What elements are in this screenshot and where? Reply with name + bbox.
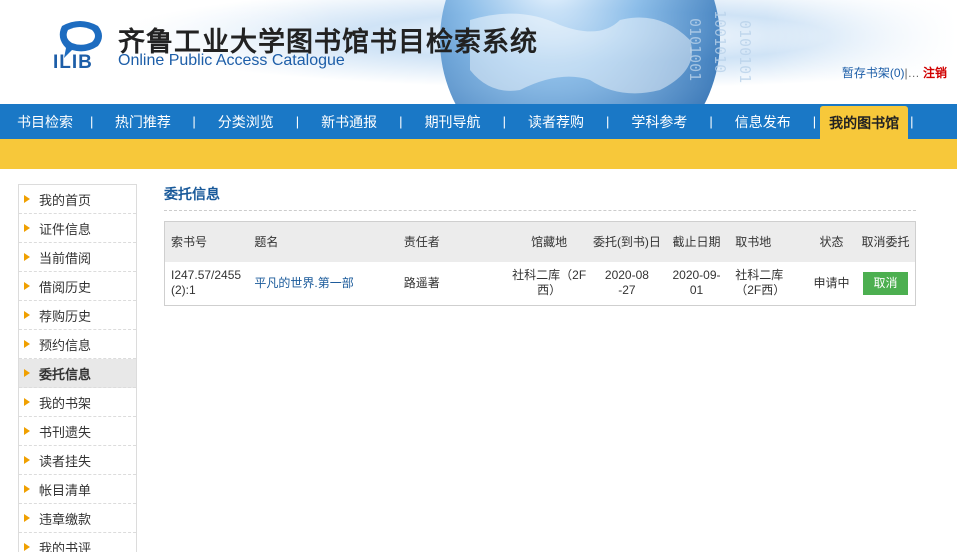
triangle-right-icon <box>24 224 30 232</box>
shelf-link[interactable]: 暂存书架(0) <box>842 66 905 80</box>
column-header-location: 馆藏地 <box>508 221 591 262</box>
sidebar-item-label: 借阅历史 <box>39 279 92 295</box>
sidebar-item-label: 证件信息 <box>39 221 92 237</box>
sidebar-item-my-reviews[interactable]: 我的书评 <box>19 533 136 552</box>
cell-call-number: I247.57/2455(2):1 <box>171 268 242 298</box>
triangle-right-icon <box>24 340 30 348</box>
logo-text: ILIB <box>53 52 93 73</box>
sidebar-menu: 我的首页 证件信息 当前借阅 借阅历史 荐购历史 预约信息 委托信息 我的书架 … <box>18 184 137 552</box>
sidebar-item-lost-books[interactable]: 书刊遗失 <box>19 417 136 446</box>
triangle-right-icon <box>24 456 30 464</box>
sidebar-item-label: 帐目清单 <box>39 482 92 498</box>
triangle-right-icon <box>24 427 30 435</box>
nav-separator: | <box>812 114 817 129</box>
sidebar-item-fines[interactable]: 违章缴款 <box>19 504 136 533</box>
triangle-right-icon <box>24 195 30 203</box>
triangle-right-icon <box>24 253 30 261</box>
cell-status: 申请中 <box>813 275 850 290</box>
nav-item-hot-recommend[interactable]: 热门推荐 <box>93 104 192 139</box>
sidebar-item-label: 预约信息 <box>39 337 92 353</box>
main-nav: 书目检索 | 热门推荐 | 分类浏览 | 新书通报 | 期刊导航 | 读者荐购 … <box>0 104 957 139</box>
book-title-link[interactable]: 平凡的世界.第一部 <box>254 276 353 290</box>
entrust-table: 索书号 题名 责任者 馆藏地 委托(到书)日 截止日期 取书地 状态 取消委托 … <box>164 221 916 306</box>
cell-entrust-date: 2020-08-27 <box>604 268 649 298</box>
sidebar-item-label: 我的书评 <box>39 540 92 552</box>
triangle-right-icon <box>24 282 30 290</box>
cell-author: 路遥著 <box>403 275 440 290</box>
page-header: 0101001 1001010 0100101 ILIB 齐鲁工业大学图书馆书目… <box>0 0 957 104</box>
triangle-right-icon <box>24 514 30 522</box>
column-header-cancel: 取消委托 <box>856 221 916 262</box>
cell-location: 社科二库（2F西） <box>512 268 587 298</box>
logout-link[interactable]: 注销 <box>923 66 947 80</box>
sidebar-item-account-list[interactable]: 帐目清单 <box>19 475 136 504</box>
nav-separator: | <box>910 114 914 129</box>
sidebar-item-reservations[interactable]: 预约信息 <box>19 330 136 359</box>
sidebar-item-label: 委托信息 <box>39 366 92 382</box>
sidebar-item-entrust-info[interactable]: 委托信息 <box>19 359 136 388</box>
table-row: I247.57/2455(2):1 平凡的世界.第一部 路遥著 社科二库（2F西… <box>165 262 916 306</box>
column-header-pickup: 取书地 <box>729 221 807 262</box>
triangle-right-icon <box>24 311 30 319</box>
cell-due-date: 2020-09-01 <box>672 268 721 298</box>
sidebar-item-card-info[interactable]: 证件信息 <box>19 214 136 243</box>
sidebar-item-home[interactable]: 我的首页 <box>19 185 136 214</box>
nav-item-catalog-search[interactable]: 书目检索 <box>0 104 90 139</box>
sidebar-item-my-shelf[interactable]: 我的书架 <box>19 388 136 417</box>
column-header-status: 状态 <box>806 221 857 262</box>
cell-title: 平凡的世界.第一部 <box>248 262 397 306</box>
sidebar-item-recommend-history[interactable]: 荐购历史 <box>19 301 136 330</box>
site-subtitle: Online Public Access Catalogue <box>118 52 345 69</box>
sidebar-item-loan-history[interactable]: 借阅历史 <box>19 272 136 301</box>
sidebar-item-label: 读者挂失 <box>39 453 92 469</box>
user-name: … <box>907 66 920 80</box>
nav-item-my-library[interactable]: 我的图书馆 <box>820 106 909 139</box>
triangle-right-icon <box>24 485 30 493</box>
column-header-author: 责任者 <box>397 221 509 262</box>
triangle-right-icon <box>24 543 30 551</box>
user-bar: 暂存书架(0)|… 注销 <box>842 64 947 81</box>
column-header-title: 题名 <box>248 221 398 262</box>
nav-item-reader-recommend[interactable]: 读者荐购 <box>506 104 606 139</box>
cell-pickup: 社科二库（2F西） <box>735 268 786 298</box>
sidebar-item-label: 我的首页 <box>39 192 92 208</box>
nav-item-browse[interactable]: 分类浏览 <box>196 104 296 139</box>
sidebar-item-report-lost-card[interactable]: 读者挂失 <box>19 446 136 475</box>
sidebar-item-label: 违章缴款 <box>39 511 92 527</box>
column-header-call-number: 索书号 <box>164 221 249 262</box>
column-header-entrust-date: 委托(到书)日 <box>590 221 664 262</box>
sidebar-item-label: 我的书架 <box>39 395 92 411</box>
sidebar-item-label: 书刊遗失 <box>39 424 92 440</box>
cell-cancel: 取消 <box>856 262 915 306</box>
page-title: 委托信息 <box>164 184 916 211</box>
nav-item-announcements[interactable]: 信息发布 <box>713 104 813 139</box>
nav-item-subject-reference[interactable]: 学科参考 <box>609 104 709 139</box>
sub-nav-bar <box>0 139 957 169</box>
triangle-right-icon <box>24 369 30 377</box>
cancel-button[interactable]: 取消 <box>863 271 909 295</box>
nav-item-new-books[interactable]: 新书通报 <box>299 104 399 139</box>
sidebar-item-label: 当前借阅 <box>39 250 92 266</box>
column-header-due-date: 截止日期 <box>663 221 730 262</box>
triangle-right-icon <box>24 398 30 406</box>
sidebar-item-current-loans[interactable]: 当前借阅 <box>19 243 136 272</box>
sidebar-item-label: 荐购历史 <box>39 308 92 324</box>
table-header-row: 索书号 题名 责任者 馆藏地 委托(到书)日 截止日期 取书地 状态 取消委托 <box>164 221 916 262</box>
nav-item-journals[interactable]: 期刊导航 <box>403 104 503 139</box>
main-content: 委托信息 索书号 题名 责任者 馆藏地 委托(到书)日 截止日期 取书地 状态 … <box>164 184 916 306</box>
